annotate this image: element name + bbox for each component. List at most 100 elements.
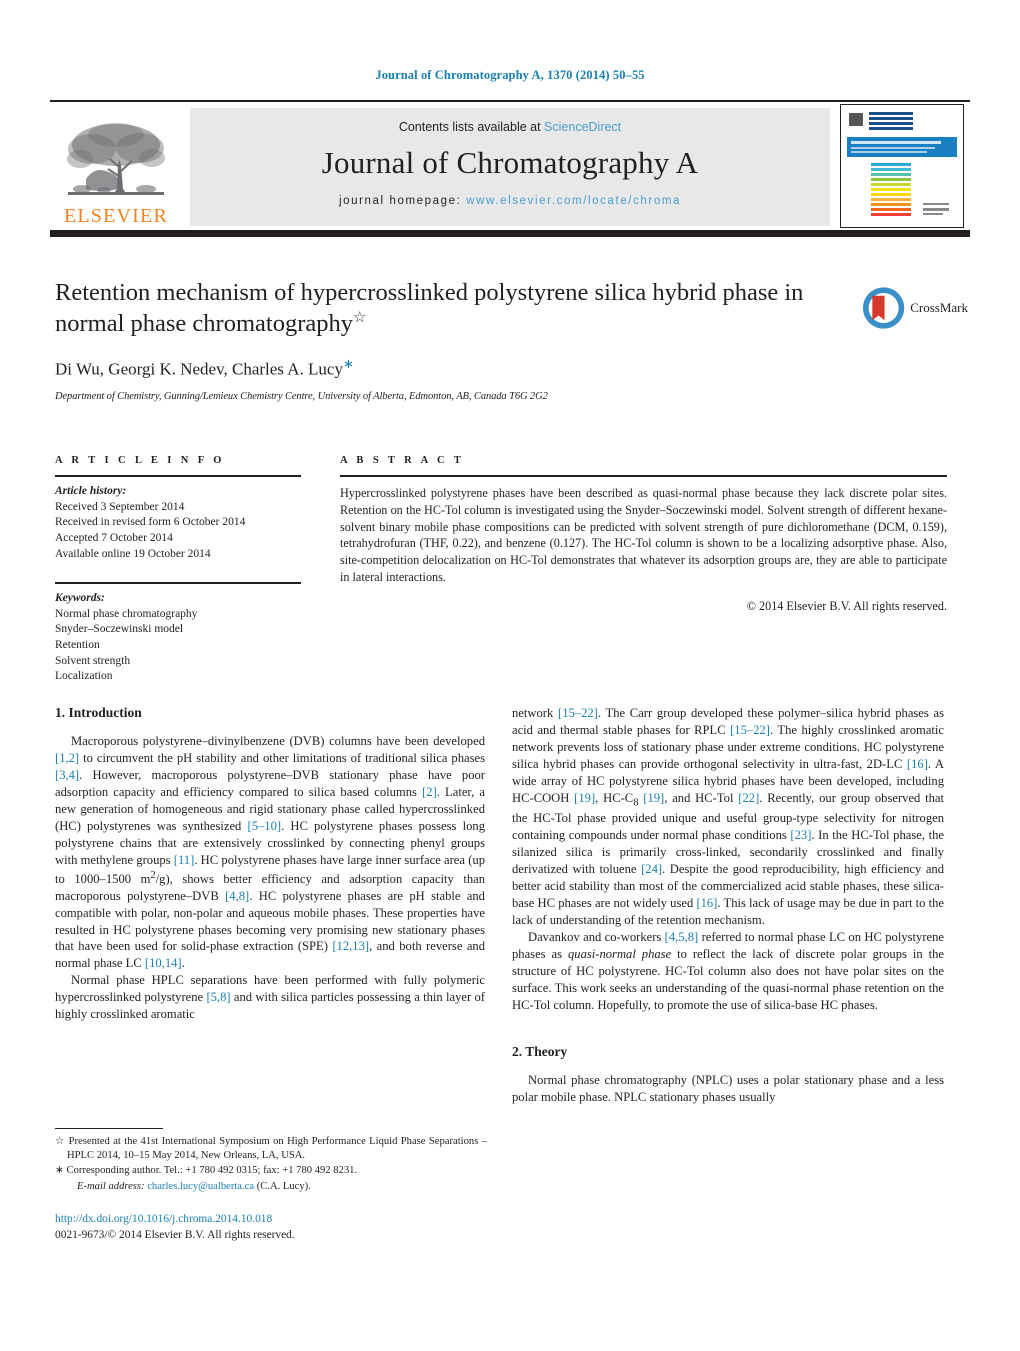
intro-paragraph-1: Macroporous polystyrene–divinylbenzene (… bbox=[55, 733, 485, 972]
text-run: , HC-C bbox=[595, 790, 634, 805]
footnote-corresponding-author: ∗ Corresponding author. Tel.: +1 780 492… bbox=[55, 1164, 487, 1178]
abstract-text: Hypercrosslinked polystyrene phases have… bbox=[340, 486, 947, 585]
article-history-label: Article history: bbox=[55, 485, 127, 497]
abstract-column: A B S T R A C T Hypercrosslinked polysty… bbox=[340, 455, 947, 614]
intro-paragraph-2: Normal phase HPLC separations have been … bbox=[55, 972, 485, 1023]
footnote-corr-mark: ∗ bbox=[55, 1165, 64, 1177]
citation-ref[interactable]: [23] bbox=[790, 828, 811, 842]
emphasis-text: quasi-normal phase bbox=[567, 946, 672, 961]
crossmark-label: CrossMark bbox=[910, 300, 968, 315]
history-item: Received 3 September 2014 bbox=[55, 500, 185, 513]
text-run: Macroporous polystyrene–divinylbenzene (… bbox=[71, 734, 485, 748]
email-suffix: (C.A. Lucy). bbox=[256, 1180, 311, 1192]
elsevier-logo: ELSEVIER bbox=[52, 108, 180, 226]
contents-prefix: Contents lists available at bbox=[398, 120, 545, 134]
email-address-label: E-mail address: bbox=[77, 1180, 145, 1192]
citation-ref[interactable]: [19] bbox=[574, 791, 595, 805]
cover-thumbnail-graphic bbox=[841, 105, 963, 227]
footnote-star-text: Presented at the 41st International Symp… bbox=[67, 1136, 487, 1162]
article-history-block: Article history: Received 3 September 20… bbox=[55, 484, 301, 562]
issn-copyright-line: 0021-9673/© 2014 Elsevier B.V. All right… bbox=[55, 1228, 295, 1241]
masthead-top-rule bbox=[50, 100, 970, 102]
footnote-separator-rule bbox=[55, 1128, 163, 1129]
email-link[interactable]: charles.lucy@ualberta.ca bbox=[147, 1181, 254, 1192]
copyright-line: © 2014 Elsevier B.V. All rights reserved… bbox=[746, 598, 947, 613]
text-run: network bbox=[512, 706, 558, 720]
text-run: , and HC-Tol bbox=[664, 790, 739, 805]
section-heading-introduction: 1. Introduction bbox=[55, 705, 142, 720]
homepage-prefix: journal homepage: bbox=[338, 195, 467, 207]
keyword-item: Retention bbox=[55, 639, 100, 651]
article-page: Journal of Chromatography A, 1370 (2014)… bbox=[0, 0, 1020, 1351]
text-run: to circumvent the pH stability and other… bbox=[79, 750, 485, 765]
citation-ref[interactable]: [1,2] bbox=[55, 751, 79, 765]
elsevier-tree-icon bbox=[67, 123, 165, 195]
keyword-item: Snyder–Soczewinski model bbox=[55, 623, 184, 636]
intro-paragraph-3: Davankov and co-workers [4,5,8] referred… bbox=[512, 929, 944, 1014]
history-item: Accepted 7 October 2014 bbox=[55, 531, 173, 544]
citation-ref[interactable]: [4,5,8] bbox=[665, 930, 699, 944]
article-info-column: A R T I C L E I N F O Article history: R… bbox=[55, 455, 301, 685]
footer-doi-block: http://dx.doi.org/10.1016/j.chroma.2014.… bbox=[55, 1212, 487, 1244]
section-heading-theory: 2. Theory bbox=[512, 1043, 568, 1059]
keywords-block: Keywords: Normal phase chromatography Sn… bbox=[55, 591, 301, 685]
footnote-corr-text: Corresponding author. Tel.: +1 780 492 0… bbox=[66, 1165, 358, 1177]
author-list: Di Wu, Georgi K. Nedev, Charles A. Lucy∗ bbox=[55, 356, 845, 380]
keyword-item: Localization bbox=[55, 670, 113, 683]
title-block: Retention mechanism of hypercrosslinked … bbox=[55, 278, 845, 402]
title-footnote-mark[interactable]: ☆ bbox=[353, 310, 366, 326]
citation-ref[interactable]: [5–10] bbox=[248, 819, 282, 833]
citation-ref[interactable]: [22] bbox=[738, 791, 759, 805]
journal-homepage-line: journal homepage: www.elsevier.com/locat… bbox=[190, 195, 830, 207]
journal-homepage-link[interactable]: www.elsevier.com/locate/chroma bbox=[466, 195, 681, 207]
footnote-star-mark: ☆ bbox=[55, 1136, 66, 1147]
abstract-heading: A B S T R A C T bbox=[340, 455, 465, 466]
citation-ref[interactable]: [10,14] bbox=[145, 956, 182, 970]
citation-ref[interactable]: [2] bbox=[422, 785, 437, 799]
citation-ref[interactable]: [15–22] bbox=[730, 723, 770, 737]
affiliation: Department of Chemistry, Gunning/Lemieux… bbox=[55, 390, 548, 402]
doi-link[interactable]: http://dx.doi.org/10.1016/j.chroma.2014.… bbox=[55, 1212, 487, 1228]
citation-ref[interactable]: [5,8] bbox=[206, 990, 230, 1004]
citation-ref[interactable]: [15–22] bbox=[558, 706, 598, 720]
crossmark-badge[interactable]: CrossMark bbox=[862, 282, 968, 334]
journal-band: Contents lists available at ScienceDirec… bbox=[190, 108, 830, 226]
running-head: Journal of Chromatography A, 1370 (2014)… bbox=[375, 68, 645, 82]
journal-title: Journal of Chromatography A bbox=[321, 145, 699, 180]
journal-masthead: ELSEVIER Contents lists available at Sci… bbox=[42, 100, 978, 237]
citation-ref[interactable]: [16] bbox=[907, 757, 928, 771]
keywords-label: Keywords: bbox=[55, 592, 105, 605]
sciencedirect-link[interactable]: ScienceDirect bbox=[544, 120, 621, 134]
footnotes-block: ☆ Presented at the 41st International Sy… bbox=[55, 1134, 487, 1194]
text-run: Davankov and co-workers bbox=[528, 929, 665, 944]
article-info-rule bbox=[55, 475, 301, 477]
citation-ref[interactable]: [24] bbox=[641, 862, 662, 876]
body-column-left: 1. Introduction Macroporous polystyrene–… bbox=[55, 705, 485, 1023]
footnote-symposium: ☆ Presented at the 41st International Sy… bbox=[55, 1135, 487, 1163]
citation-ref[interactable]: [12,13] bbox=[332, 939, 369, 953]
keyword-item: Solvent strength bbox=[55, 654, 131, 667]
citation-ref[interactable]: [11] bbox=[174, 853, 195, 867]
keyword-item: Normal phase chromatography bbox=[55, 607, 198, 620]
history-item: Available online 19 October 2014 bbox=[55, 547, 211, 560]
citation-ref[interactable]: [4,8] bbox=[225, 889, 249, 903]
corresponding-author-mark[interactable]: ∗ bbox=[343, 356, 354, 371]
masthead-bottom-rule bbox=[50, 230, 970, 237]
page-title: Retention mechanism of hypercrosslinked … bbox=[55, 278, 845, 340]
citation-ref[interactable]: [19] bbox=[643, 791, 664, 805]
authors-text: Di Wu, Georgi K. Nedev, Charles A. Lucy bbox=[55, 359, 343, 379]
contents-available-line: Contents lists available at ScienceDirec… bbox=[190, 120, 830, 134]
theory-paragraph-1: Normal phase chromatography (NPLC) uses … bbox=[512, 1072, 944, 1104]
intro-paragraph-2-continued: network [15–22]. The Carr group develope… bbox=[512, 705, 944, 929]
article-info-heading: A R T I C L E I N F O bbox=[55, 455, 225, 466]
article-title-text: Retention mechanism of hypercrosslinked … bbox=[55, 279, 804, 338]
abstract-rule bbox=[340, 475, 947, 477]
citation-ref[interactable]: [16] bbox=[696, 896, 717, 910]
footnote-email: E-mail address: charles.lucy@ualberta.ca… bbox=[55, 1180, 487, 1194]
citation-ref[interactable]: [3,4] bbox=[55, 768, 79, 782]
body-column-right: network [15–22]. The Carr group develope… bbox=[512, 705, 944, 1105]
history-item: Received in revised form 6 October 2014 bbox=[55, 516, 246, 529]
text-run: . However, macroporous polystyrene–DVB s… bbox=[55, 767, 485, 799]
crossmark-icon bbox=[862, 287, 905, 329]
text-run: . bbox=[181, 956, 185, 971]
